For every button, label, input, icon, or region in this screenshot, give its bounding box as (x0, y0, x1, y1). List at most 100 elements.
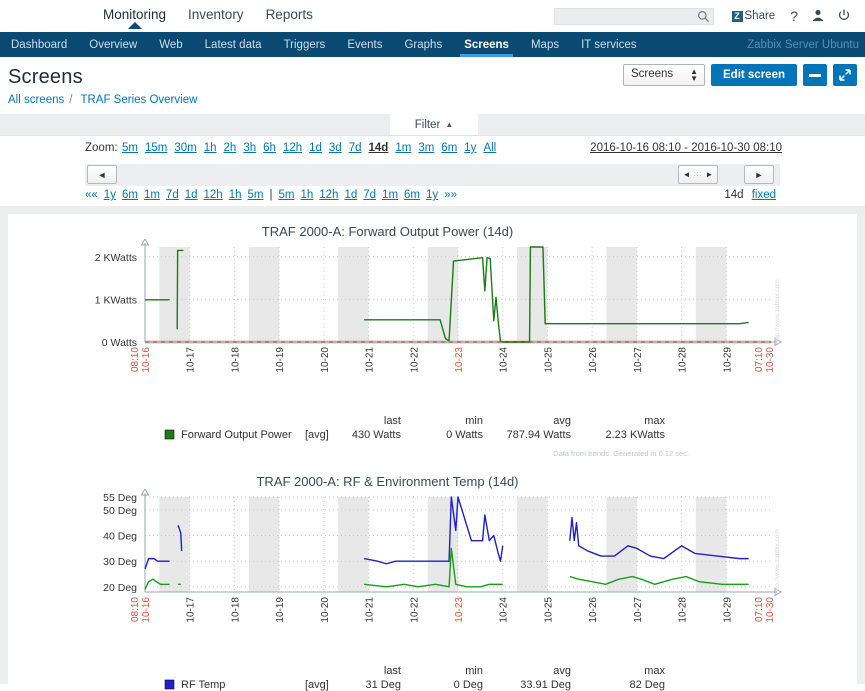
zoom-option-6m[interactable]: 6m (441, 142, 457, 154)
svg-text:last: last (383, 665, 400, 677)
graph-footer-note: Data from trends. Generated in 0.12 sec. (553, 449, 689, 458)
period-label: 14d (724, 189, 744, 201)
svg-text:http://www.zabbix.com: http://www.zabbix.com (774, 279, 781, 344)
zoom-option-1d[interactable]: 1d (309, 142, 322, 154)
slider-scroll-left-button[interactable]: ◄ (87, 165, 117, 184)
nav-last-link[interactable]: »» (444, 189, 457, 201)
search-icon[interactable] (697, 10, 710, 23)
nav-forward-12h[interactable]: 12h (319, 189, 338, 201)
nav-back-6m[interactable]: 6m (122, 189, 138, 201)
search-input[interactable] (554, 9, 693, 24)
search-box[interactable] (553, 7, 714, 25)
svg-text:0 Watts: 0 Watts (446, 429, 483, 441)
slider-handle[interactable]: ◄ ::: ► (678, 165, 718, 184)
nav-back-1y[interactable]: 1y (104, 189, 116, 201)
zoom-option-5m[interactable]: 5m (122, 142, 138, 154)
user-profile-icon[interactable] (805, 9, 831, 24)
filter-tab[interactable]: Filter ▲ (390, 114, 478, 135)
svg-text:10-29: 10-29 (722, 347, 733, 373)
svg-text:08:10: 08:10 (130, 597, 141, 622)
zoom-option-12h[interactable]: 12h (283, 142, 302, 154)
svg-text:10-24: 10-24 (498, 347, 509, 373)
graph-image-forward-output-power[interactable]: 0 Watts1 KWatts2 KWatts10-1608:10 10-17 10… (83, 239, 783, 414)
edit-screen-button[interactable]: Edit screen (711, 64, 797, 86)
graph-image-rf-environment-temp[interactable]: 20 Deg 30 Deg 40 Deg 50 Deg55 Deg 10-1608:10… (83, 489, 783, 664)
subnav-item-screens[interactable]: Screens (453, 32, 520, 57)
subnav-item-latest-data[interactable]: Latest data (194, 32, 273, 57)
breadcrumb-all-screens[interactable]: All screens (8, 94, 64, 106)
nav-back-12h[interactable]: 12h (204, 189, 223, 201)
zoom-option-1y[interactable]: 1y (464, 142, 476, 154)
zoom-option-3h[interactable]: 3h (243, 142, 256, 154)
svg-text:last: last (383, 415, 400, 427)
zoom-option-3m[interactable]: 3m (418, 142, 434, 154)
fixed-link[interactable]: fixed (752, 189, 776, 201)
date-range-link[interactable]: 2016-10-16 08:10 - 2016-10-30 08:10 (590, 142, 782, 154)
zoom-option-all[interactable]: All (483, 142, 496, 154)
nav-back-1m[interactable]: 1m (144, 189, 160, 201)
collapse-button[interactable] (803, 64, 827, 86)
nav-back-1d[interactable]: 1d (185, 189, 198, 201)
help-icon[interactable]: ? (783, 9, 805, 23)
svg-text:55 Deg: 55 Deg (103, 492, 137, 504)
svg-text:10-19: 10-19 (275, 347, 286, 373)
nav-forward-5m[interactable]: 5m (278, 189, 294, 201)
zoom-option-1m[interactable]: 1m (395, 142, 411, 154)
subnav-label: Overview (89, 38, 138, 51)
zoom-option-7d[interactable]: 7d (349, 142, 362, 154)
subnav-label: Graphs (404, 38, 443, 51)
share-button[interactable]: Z Share (724, 10, 784, 22)
nav-forward-1y[interactable]: 1y (426, 189, 438, 201)
subnav-item-it-services[interactable]: IT services (570, 32, 647, 57)
top-navigation-bar: Monitoring Inventory Reports Z Share ? (0, 0, 865, 32)
zoom-option-1h[interactable]: 1h (204, 142, 217, 154)
screens-select[interactable]: Screens ▲ ▼ (623, 64, 705, 86)
nav-forward-1m[interactable]: 1m (382, 189, 398, 201)
zoom-option-15m[interactable]: 15m (145, 142, 167, 154)
svg-text:2 KWatts: 2 KWatts (94, 252, 136, 264)
svg-text:10-28: 10-28 (677, 347, 688, 373)
handle-grip-icon: ::: (693, 171, 703, 178)
zoom-option-3d[interactable]: 3d (329, 142, 342, 154)
handle-right-arrow-icon: ► (705, 170, 714, 179)
header-controls: Screens ▲ ▼ Edit screen (623, 64, 857, 86)
zoom-option-6h[interactable]: 6h (263, 142, 276, 154)
zoom-option-14d[interactable]: 14d (369, 142, 389, 154)
zoom-option-30m[interactable]: 30m (174, 142, 196, 154)
svg-text:10-21: 10-21 (364, 347, 375, 373)
nav-separator: | (269, 189, 273, 201)
subnav-item-maps[interactable]: Maps (520, 32, 570, 57)
main-menu-item-inventory[interactable]: Inventory (177, 0, 255, 22)
svg-text:avg: avg (553, 665, 571, 677)
content-area: TRAF 2000-A: Forward Output Power (14d) … (0, 206, 865, 691)
svg-text:10-26: 10-26 (588, 597, 599, 623)
main-menu-item-reports[interactable]: Reports (255, 0, 324, 22)
nav-forward-1d[interactable]: 1d (344, 189, 357, 201)
sign-out-icon[interactable] (831, 9, 857, 24)
nav-back-7d[interactable]: 7d (166, 189, 179, 201)
nav-back-1h[interactable]: 1h (229, 189, 242, 201)
subnav-item-dashboard[interactable]: Dashboard (0, 32, 78, 57)
subnav-item-overview[interactable]: Overview (78, 32, 148, 57)
nav-first-link[interactable]: «« (85, 189, 98, 201)
subnav-label: Events (347, 38, 383, 51)
slider-scroll-right-button[interactable]: ► (744, 165, 774, 184)
breadcrumb-separator: / (69, 94, 73, 106)
subnav-item-graphs[interactable]: Graphs (393, 32, 453, 57)
svg-text:10-18: 10-18 (230, 597, 241, 623)
nav-forward-7d[interactable]: 7d (363, 189, 376, 201)
subnav-item-events[interactable]: Events (336, 32, 393, 57)
nav-forward-6m[interactable]: 6m (404, 189, 420, 201)
main-menu-item-monitoring[interactable]: Monitoring (92, 0, 177, 29)
svg-text:10-27: 10-27 (632, 597, 643, 623)
zoom-option-2h[interactable]: 2h (224, 142, 237, 154)
subnav-item-web[interactable]: Web (148, 32, 193, 57)
subnav-item-triggers[interactable]: Triggers (273, 32, 337, 57)
svg-text:10-22: 10-22 (409, 597, 420, 623)
nav-forward-1h[interactable]: 1h (300, 189, 313, 201)
svg-text:10-17: 10-17 (185, 597, 196, 623)
time-slider[interactable]: ◄ ◄ ::: ► ► (85, 164, 780, 186)
nav-back-5m[interactable]: 5m (248, 189, 264, 201)
graph-block-rf-environment-temp: TRAF 2000-A: RF & Environment Temp (14d)… (8, 474, 857, 691)
fullscreen-button[interactable] (833, 64, 857, 86)
